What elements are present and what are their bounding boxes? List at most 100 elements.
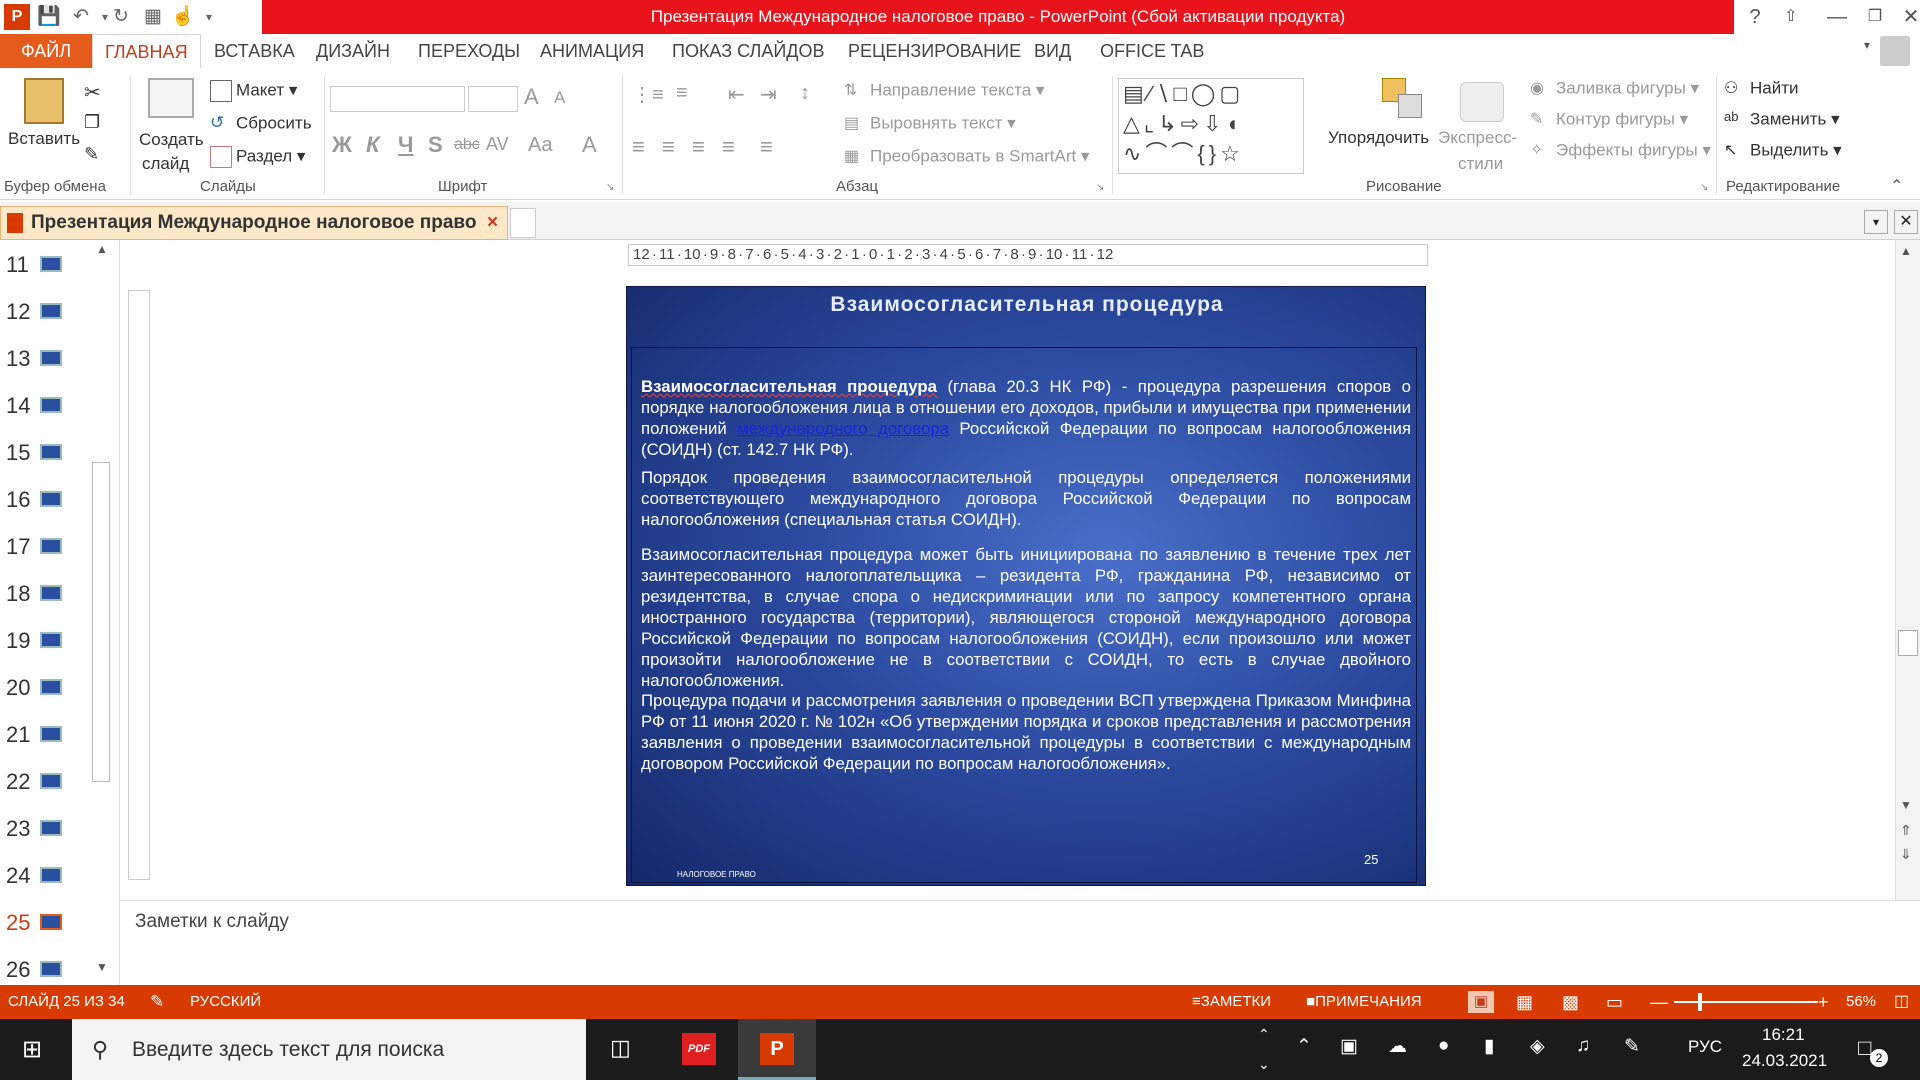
tab-home[interactable]: ГЛАВНАЯ — [92, 34, 201, 69]
paste-icon[interactable] — [24, 78, 64, 124]
slide-thumbnail[interactable]: 25 — [6, 904, 116, 944]
zoom-out-icon[interactable]: — — [1650, 985, 1668, 1019]
taskbar-search-input[interactable]: ⚲ Введите здесь текст для поиска — [72, 1019, 586, 1080]
quick-styles-label-1[interactable]: Экспресс- — [1438, 128, 1517, 148]
save-icon[interactable]: 💾 — [36, 4, 62, 30]
language-indicator[interactable]: РУССКИЙ — [190, 985, 261, 1019]
slide-canvas[interactable]: Взаимосогласительная процедура Взаимосог… — [626, 286, 1426, 886]
tab-list-dropdown-icon[interactable]: ▾ — [1864, 210, 1888, 234]
previous-slide-icon[interactable]: ⇑ — [1900, 822, 1912, 839]
clock-date[interactable]: 24.03.2021 — [1742, 1051, 1827, 1071]
close-button[interactable]: ✕ — [1892, 2, 1920, 32]
tab-file[interactable]: ФАЙЛ — [0, 34, 92, 68]
redo-icon[interactable]: ↻ — [108, 4, 134, 30]
onedrive-icon[interactable]: ☁ — [1388, 1035, 1407, 1058]
fit-slide-icon[interactable]: ◫ — [1894, 985, 1909, 1019]
tab-office-tab[interactable]: OFFICE TAB — [1088, 34, 1216, 68]
format-painter-icon[interactable]: ✎ — [84, 144, 99, 165]
task-view-icon[interactable]: ◫ — [610, 1035, 631, 1061]
tab-insert[interactable]: ВСТАВКА — [202, 34, 307, 68]
section-button[interactable]: Раздел ▾ — [210, 146, 305, 168]
clock-time[interactable]: 16:21 — [1762, 1025, 1805, 1045]
pen-workspace-icon[interactable]: ✎ — [1624, 1035, 1640, 1058]
shadow-button[interactable]: S — [428, 132, 443, 158]
line-spacing-icon[interactable]: ↕ — [800, 82, 810, 105]
tab-slideshow[interactable]: ПОКАЗ СЛАЙДОВ — [660, 34, 836, 68]
bullets-icon[interactable]: ⋮≡ — [632, 82, 664, 107]
slide-sorter-icon[interactable]: ▦ — [1516, 985, 1533, 1019]
close-all-tabs-icon[interactable]: ✕ — [1894, 210, 1918, 234]
quick-styles-label-2[interactable]: стили — [1458, 154, 1503, 174]
close-tab-button[interactable]: × — [487, 207, 498, 239]
shape-outline-button[interactable]: ✎ Контур фигуры ▾ — [1530, 109, 1688, 131]
new-slide-icon[interactable] — [148, 78, 194, 118]
slideshow-view-icon[interactable]: ▭ — [1606, 985, 1623, 1019]
zoom-in-icon[interactable]: + — [1818, 985, 1829, 1019]
numbering-icon[interactable]: ≡ — [676, 82, 688, 105]
align-right-icon[interactable]: ≡ — [692, 134, 705, 160]
zoom-level[interactable]: 56% — [1846, 985, 1876, 1019]
help-button[interactable]: ? — [1736, 2, 1774, 32]
volume-icon[interactable]: ♫ — [1576, 1035, 1590, 1057]
font-name-input[interactable] — [330, 86, 465, 112]
bold-button[interactable]: Ж — [332, 132, 352, 158]
tab-design[interactable]: ДИЗАЙН — [304, 34, 402, 68]
zoom-slider[interactable] — [1674, 1001, 1818, 1003]
layout-button[interactable]: Макет ▾ — [210, 80, 297, 102]
input-language[interactable]: РУС — [1688, 1037, 1722, 1057]
text-direction-button[interactable]: ⇅ Направление текста ▾ — [844, 80, 1044, 102]
document-tab[interactable]: Презентация Международное налоговое прав… — [0, 206, 508, 240]
shape-effects-button[interactable]: ✧ Эффекты фигуры ▾ — [1530, 140, 1711, 162]
shapes-gallery[interactable]: ▤∕∖□◯▢ △⌞↳⇨⇩◖ ∿⌒⌒{}☆ — [1118, 78, 1304, 174]
align-text-button[interactable]: ▤ Выровнять текст ▾ — [844, 113, 1016, 135]
strikethrough-button[interactable]: abc — [454, 136, 480, 154]
justify-icon[interactable]: ≡ — [722, 134, 735, 160]
slide-thumbnail[interactable]: 23 — [6, 810, 116, 850]
select-button[interactable]: ↖ Выделить ▾ — [1724, 140, 1842, 162]
font-color-button[interactable]: A — [582, 132, 597, 158]
taskbar-scroll-icon[interactable]: ⌃ ⌄ — [1258, 1019, 1270, 1079]
zoom-slider-thumb[interactable] — [1698, 993, 1702, 1011]
thumbs-scroll-down-icon[interactable]: ▼ — [92, 960, 112, 980]
slide-text-box[interactable]: Взаимосогласительная процедура (глава 20… — [631, 347, 1417, 883]
slide-thumbnail[interactable]: 12 — [6, 293, 116, 333]
columns-icon[interactable]: ≡ — [760, 134, 773, 160]
replace-button[interactable]: ab Заменить ▾ — [1724, 109, 1840, 131]
new-slide-label-2[interactable]: слайд — [142, 154, 189, 174]
reading-view-icon[interactable]: ▩ — [1562, 985, 1579, 1019]
smartart-button[interactable]: ▦ Преобразовать в SmartArt ▾ — [844, 146, 1089, 168]
meet-now-icon[interactable]: ▣ — [1340, 1035, 1358, 1058]
scroll-down-icon[interactable]: ▼ — [1900, 798, 1912, 812]
font-size-input[interactable] — [468, 86, 518, 112]
tab-transitions[interactable]: ПЕРЕХОДЫ — [406, 34, 532, 68]
italic-button[interactable]: К — [366, 132, 380, 158]
scroll-up-icon[interactable]: ▲ — [1900, 244, 1912, 258]
account-dropdown-icon[interactable]: ▾ — [1864, 38, 1870, 52]
wifi-icon[interactable]: ◈ — [1530, 1035, 1545, 1058]
slide-thumbnail[interactable]: 13 — [6, 340, 116, 380]
microphone-icon[interactable]: ● — [1438, 1035, 1449, 1057]
show-hidden-icons[interactable]: ⌃ — [1296, 1035, 1312, 1058]
windows-start-icon[interactable]: ⊞ — [22, 1035, 42, 1064]
shape-fill-button[interactable]: ◉ Заливка фигуры ▾ — [1530, 78, 1699, 100]
copy-icon[interactable]: ❐ — [84, 112, 100, 133]
decrease-indent-icon[interactable]: ⇤ — [728, 82, 745, 107]
minimize-button[interactable]: — — [1818, 2, 1856, 32]
underline-button[interactable]: Ч — [398, 132, 413, 158]
next-slide-icon[interactable]: ⇓ — [1900, 846, 1912, 863]
main-scrollbar[interactable]: ▲ ▼ ⇑ ⇓ — [1895, 240, 1920, 900]
customize-qa-icon[interactable]: ▾ — [196, 4, 222, 30]
battery-icon[interactable]: ▮ — [1484, 1035, 1494, 1058]
slide-thumbnail[interactable]: 14 — [6, 387, 116, 427]
international-treaty-link[interactable]: международного договора — [737, 419, 949, 438]
slideshow-start-icon[interactable]: ▦ — [140, 4, 166, 30]
font-shrink-button[interactable]: A — [554, 88, 565, 108]
notes-pane[interactable]: Заметки к слайду — [120, 900, 1920, 985]
paste-button[interactable]: Вставить — [8, 129, 80, 149]
align-center-icon[interactable]: ≡ — [662, 134, 675, 160]
arrange-button[interactable]: Упорядочить — [1328, 128, 1429, 148]
paragraph-dialog-launcher-icon[interactable]: ↘ — [1096, 182, 1104, 193]
font-grow-button[interactable]: A — [524, 84, 539, 110]
change-case-button[interactable]: Aa — [528, 134, 552, 157]
restore-button[interactable]: ❐ — [1856, 2, 1894, 32]
